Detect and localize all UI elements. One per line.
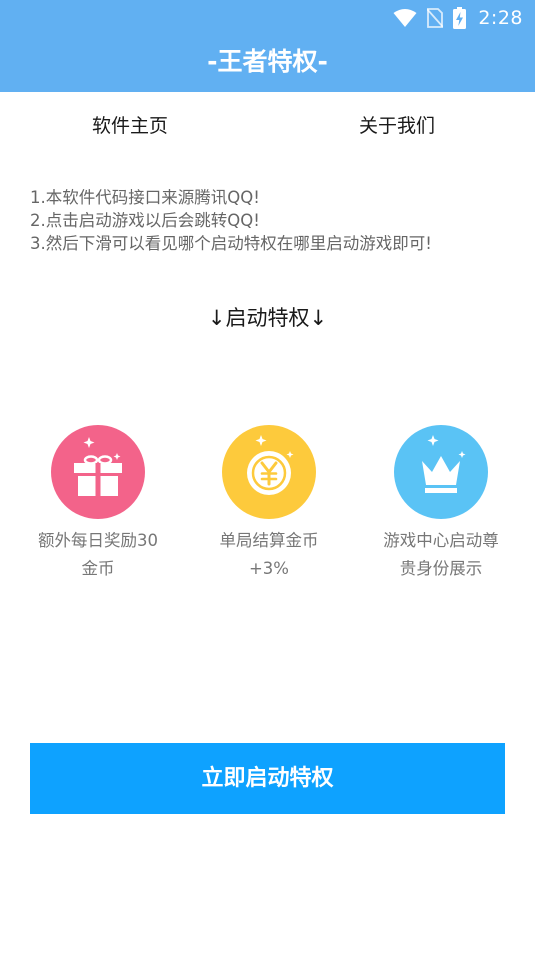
feature-label: 单局结算金币 +3% <box>189 527 349 583</box>
feature-label-line: 贵身份展示 <box>399 559 483 578</box>
battery-charging-icon <box>453 7 467 29</box>
feature-coin-bonus: 单局结算金币 +3% <box>189 425 349 583</box>
top-nav: 软件主页 关于我们 <box>0 108 535 144</box>
crown-icon <box>394 425 488 519</box>
nav-home-link[interactable]: 软件主页 <box>92 108 168 144</box>
instructions: 1.本软件代码接口来源腾讯QQ! 2.点击启动游戏以后会跳转QQ! 3.然后下滑… <box>30 186 520 255</box>
wifi-icon <box>393 8 417 28</box>
page-title: -王者特权- <box>207 47 328 76</box>
feature-label-line: 游戏中心启动尊 <box>383 531 499 550</box>
start-privilege-button[interactable]: 立即启动特权 <box>30 743 505 814</box>
feature-daily-reward: 额外每日奖励30 金币 <box>18 425 178 583</box>
section-heading: ↓启动特权↓ <box>207 306 328 330</box>
status-time: 2:28 <box>478 7 523 29</box>
instruction-line: 3.然后下滑可以看见哪个启动特权在哪里启动游戏即可! <box>30 234 432 253</box>
coin-icon <box>222 425 316 519</box>
instruction-line: 2.点击启动游戏以后会跳转QQ! <box>30 211 260 230</box>
feature-label-line: 额外每日奖励30 <box>38 531 158 550</box>
instruction-line: 1.本软件代码接口来源腾讯QQ! <box>30 188 260 207</box>
status-icons: 2:28 <box>393 5 523 31</box>
app-header: 2:28 -王者特权- <box>0 0 535 92</box>
nav-about-link[interactable]: 关于我们 <box>359 108 435 144</box>
feature-label-line: +3% <box>248 559 289 578</box>
gift-icon <box>51 425 145 519</box>
feature-label-line: 金币 <box>81 559 115 578</box>
status-bar: 2:28 <box>0 0 535 36</box>
feature-label-line: 单局结算金币 <box>219 531 319 550</box>
feature-vip-display: 游戏中心启动尊 贵身份展示 <box>361 425 521 583</box>
no-sim-icon <box>427 8 444 28</box>
feature-label: 额外每日奖励30 金币 <box>18 527 178 583</box>
feature-label: 游戏中心启动尊 贵身份展示 <box>361 527 521 583</box>
